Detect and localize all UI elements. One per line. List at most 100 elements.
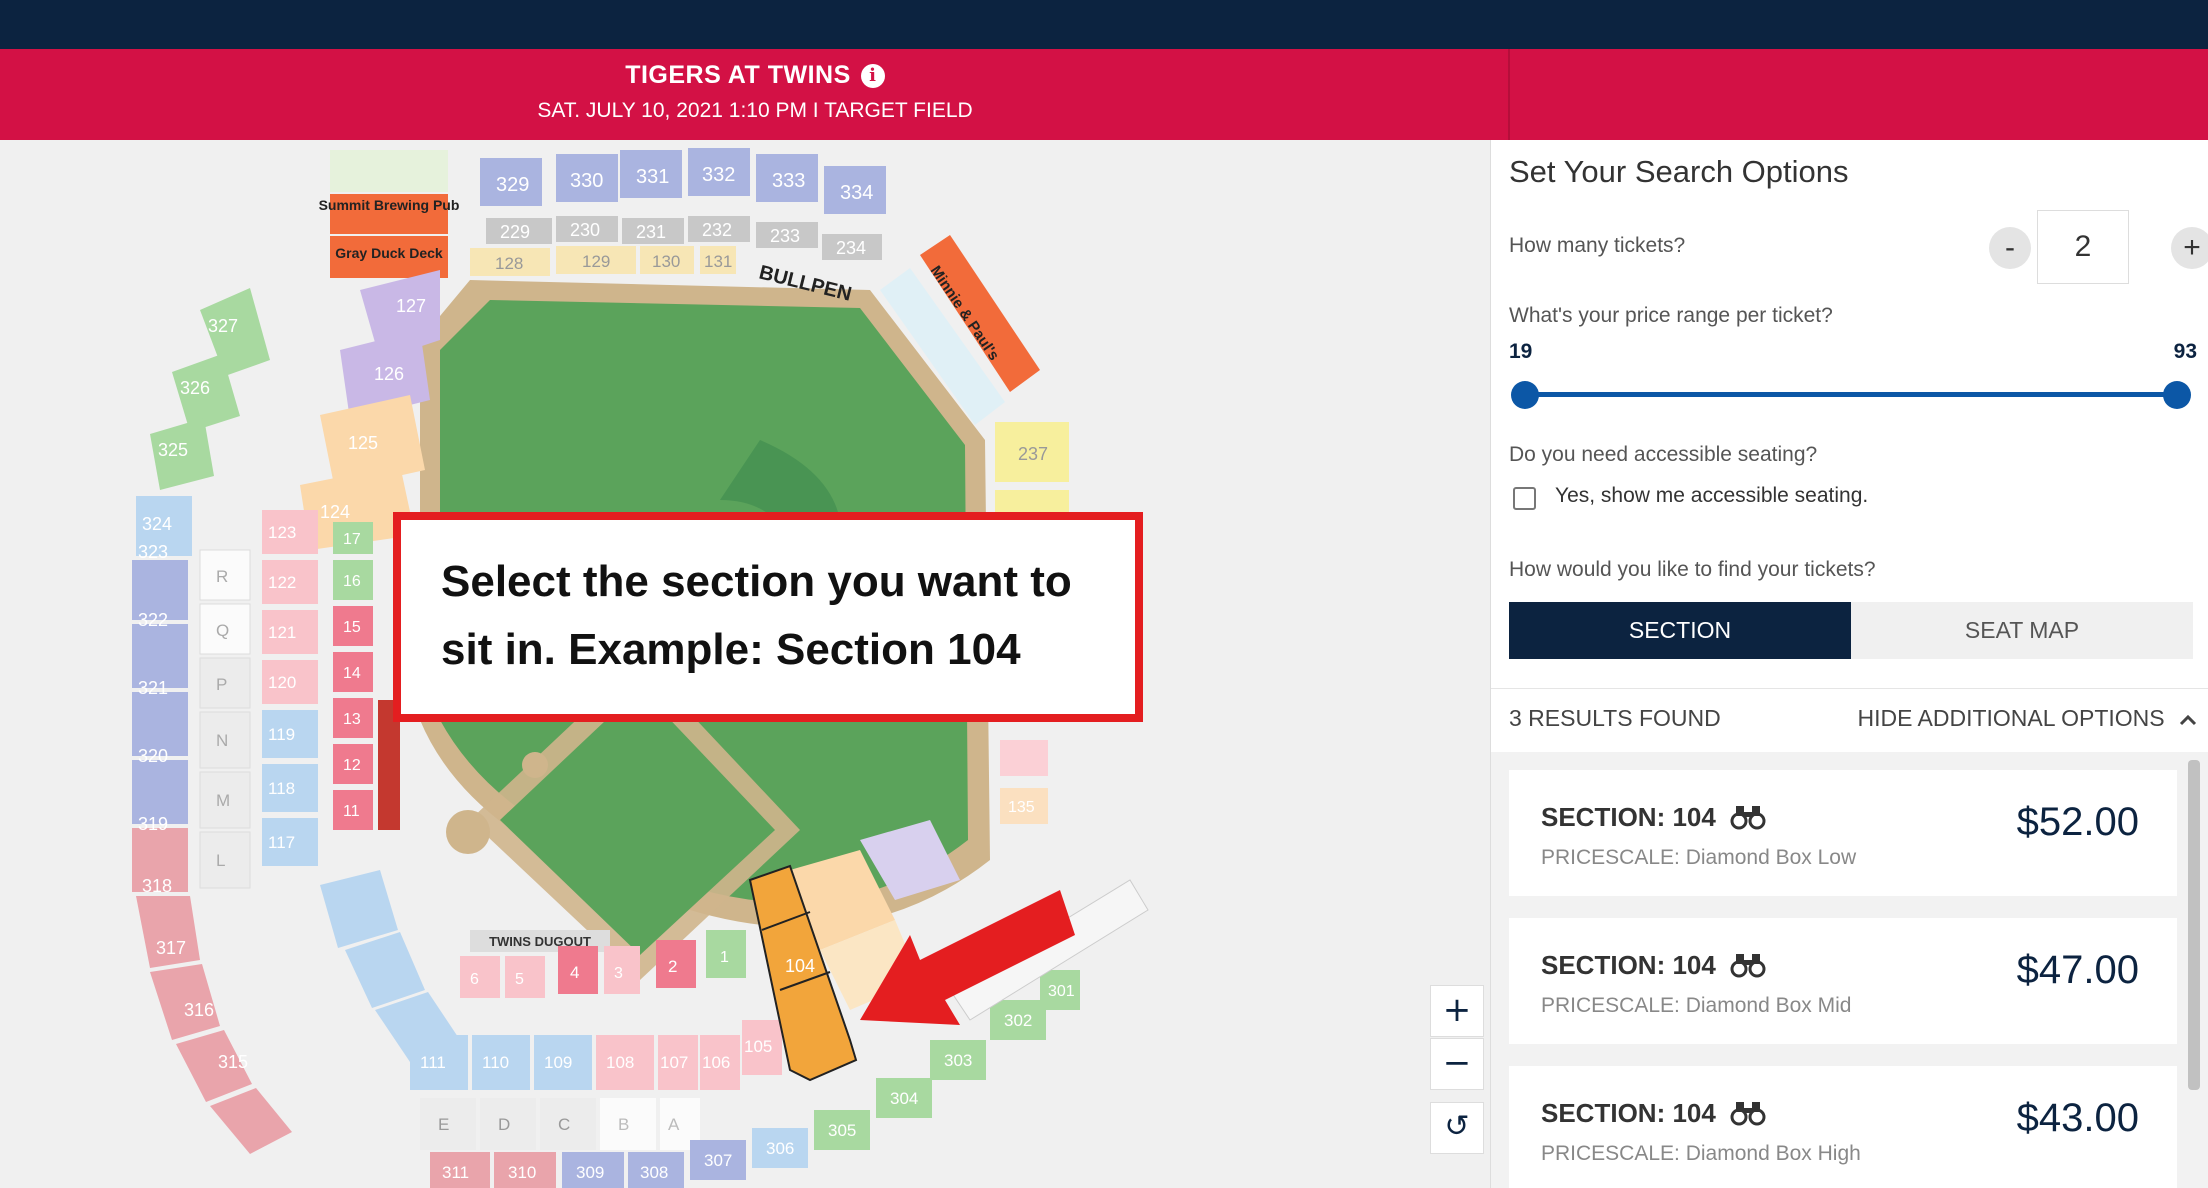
label-332: 332 [702, 164, 735, 186]
label-322: 322 [138, 610, 168, 630]
event-title: TIGERS AT TWINS [625, 61, 851, 89]
stadium-map[interactable]: 329 330 331 332 333 334 229 230 231 232 … [0, 140, 1490, 1188]
label-306: 306 [766, 1139, 794, 1158]
label-C: C [558, 1115, 570, 1134]
qty-increment-button[interactable]: + [2171, 227, 2208, 269]
label-123: 123 [268, 523, 296, 542]
label-D: D [498, 1115, 510, 1134]
binoculars-icon[interactable] [1730, 804, 1766, 837]
qty-input[interactable]: 2 [2037, 210, 2129, 284]
event-subtitle: SAT. JULY 10, 2021 1:10 PM I TARGET FIEL… [537, 99, 973, 122]
roof-deck[interactable] [330, 150, 448, 192]
label-309: 309 [576, 1163, 604, 1182]
label-E: E [438, 1115, 449, 1134]
binoculars-icon[interactable] [1730, 1100, 1766, 1133]
section-116[interactable] [320, 870, 398, 948]
label-301: 301 [1048, 983, 1075, 1000]
label-119: 119 [268, 725, 295, 744]
label-122: 122 [268, 573, 296, 592]
label-233: 233 [770, 226, 800, 246]
label-16: 16 [343, 573, 361, 590]
label-Q: Q [216, 621, 229, 640]
label-1: 1 [720, 949, 729, 966]
label-108: 108 [606, 1053, 634, 1072]
label-319: 319 [138, 814, 168, 834]
result-pricescale: PRICESCALE: Diamond Box Mid [1541, 994, 1852, 1017]
label-330: 330 [570, 170, 603, 192]
hide-options-toggle[interactable]: HIDE ADDITIONAL OPTIONS [1857, 705, 2197, 732]
accessible-checkbox[interactable] [1513, 487, 1536, 510]
result-pricescale: PRICESCALE: Diamond Box High [1541, 1142, 1861, 1165]
label-L: L [216, 851, 225, 870]
result-section-text: SECTION: 104 [1541, 802, 1716, 832]
price-slider-min-handle[interactable] [1511, 381, 1539, 409]
label-124: 124 [320, 502, 350, 522]
zoom-in-button[interactable]: + [1430, 985, 1484, 1037]
label-325: 325 [158, 440, 188, 460]
price-slider-max-handle[interactable] [2163, 381, 2191, 409]
zoom-out-button[interactable]: − [1430, 1038, 1484, 1090]
label-303: 303 [944, 1051, 972, 1070]
label-331: 331 [636, 166, 669, 188]
label-237: 237 [1018, 444, 1048, 464]
result-card[interactable]: SECTION: 104 PRICESCALE: Diamond Box Hig… [1509, 1066, 2177, 1188]
price-slider-track[interactable] [1525, 392, 2177, 397]
label-121: 121 [268, 623, 296, 642]
label-14: 14 [343, 665, 361, 682]
label-A: A [668, 1115, 680, 1134]
section-115[interactable] [345, 932, 425, 1008]
seat-map-mode-button[interactable]: SEAT MAP [1851, 602, 2193, 659]
home-plate-area [446, 810, 490, 854]
label-327: 327 [208, 316, 238, 336]
label-129: 129 [582, 252, 610, 271]
binoculars-icon[interactable] [1730, 952, 1766, 985]
small-numbered-sections: 17 16 15 14 13 12 11 [333, 522, 400, 830]
label-13: 13 [343, 711, 361, 728]
label-315: 315 [218, 1052, 248, 1072]
section-6[interactable] [460, 956, 500, 998]
label-307: 307 [704, 1151, 732, 1170]
label-316: 316 [184, 1000, 214, 1020]
label-135: 135 [1008, 799, 1035, 816]
label-P: P [216, 675, 227, 694]
dugout-row-sections: TWINS DUGOUT 6 5 4 3 2 1 [460, 930, 746, 998]
label-229: 229 [500, 222, 530, 242]
label-232: 232 [702, 220, 732, 240]
section-136[interactable] [1000, 740, 1048, 776]
section-5[interactable] [505, 956, 545, 998]
results-list[interactable]: SECTION: 104 PRICESCALE: Diamond Box Low… [1491, 752, 2208, 1188]
find-method-label: How would you like to find your tickets? [1509, 558, 1876, 581]
result-card[interactable]: SECTION: 104 PRICESCALE: Diamond Box Mid… [1509, 918, 2177, 1044]
label-118: 118 [268, 779, 295, 798]
label-17: 17 [343, 531, 361, 548]
label-311: 311 [442, 1163, 469, 1182]
price-range-label: What's your price range per ticket? [1509, 304, 1833, 327]
section-mode-button[interactable]: SECTION [1509, 602, 1851, 659]
section-315[interactable] [210, 1088, 292, 1154]
results-scrollbar[interactable] [2188, 760, 2200, 1090]
gray-duck-label: Gray Duck Deck [335, 245, 443, 261]
accessible-checkbox-label[interactable]: Yes, show me accessible seating. [1555, 484, 1868, 508]
qty-decrement-button[interactable]: - [1989, 227, 2031, 269]
label-104: 104 [785, 956, 815, 976]
label-105: 105 [744, 1037, 772, 1056]
label-117: 117 [268, 833, 295, 852]
left-field-100-sections: 127 126 125 124 [300, 270, 440, 550]
result-price: $52.00 [2016, 800, 2139, 844]
callout-line-2: sit in. Example: Section 104 [441, 625, 1021, 674]
label-326: 326 [180, 378, 210, 398]
label-3: 3 [614, 965, 623, 982]
result-card[interactable]: SECTION: 104 PRICESCALE: Diamond Box Low… [1509, 770, 2177, 896]
label-231: 231 [636, 222, 666, 242]
label-317: 317 [156, 938, 186, 958]
label-M: M [216, 791, 230, 810]
label-2: 2 [668, 957, 677, 976]
label-304: 304 [890, 1089, 918, 1108]
reset-map-button[interactable]: ↺ [1430, 1102, 1484, 1154]
result-section-text: SECTION: 104 [1541, 950, 1716, 980]
label-126: 126 [374, 364, 404, 384]
hide-options-label: HIDE ADDITIONAL OPTIONS [1857, 705, 2165, 731]
label-5: 5 [515, 971, 524, 988]
info-icon[interactable]: i [860, 64, 885, 88]
label-15: 15 [343, 619, 361, 636]
